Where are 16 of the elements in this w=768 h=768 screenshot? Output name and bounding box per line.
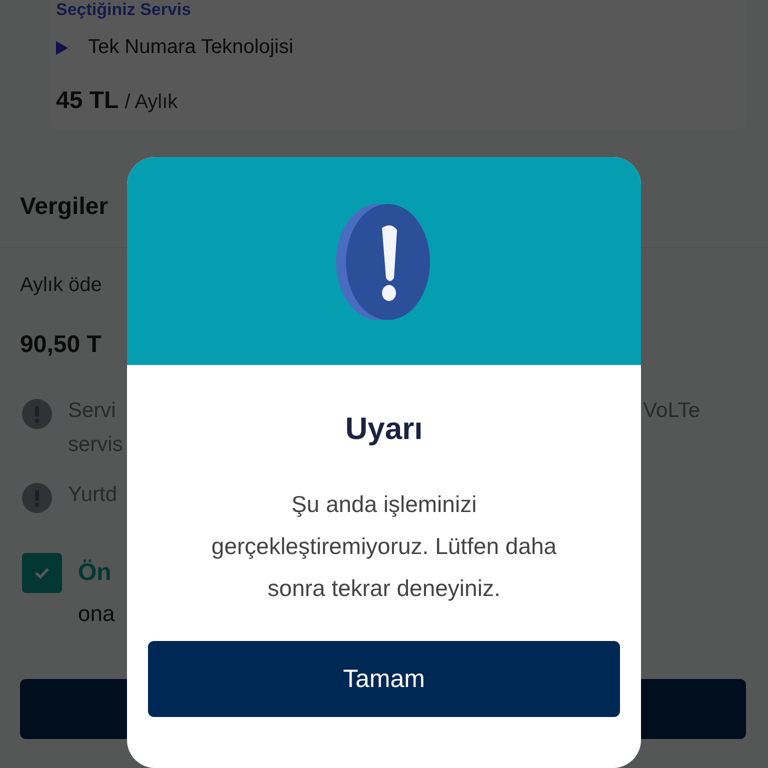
consent-text: ona — [78, 601, 115, 627]
section-heading: Vergiler — [20, 193, 110, 221]
checkbox[interactable] — [22, 553, 62, 593]
price-period: / Aylık — [124, 91, 178, 114]
info-icon — [22, 399, 52, 429]
info-icon — [22, 483, 52, 513]
card-heading: Seçtiğiniz Servis — [56, 0, 192, 20]
dialog-message: Şu anda işleminizi gerçekleştiremiyoruz. Lütfen daha sonra tekrar deneyiniz. — [210, 490, 558, 603]
consent-title: Ön — [78, 559, 112, 587]
ok-button[interactable]: Tamam — [148, 641, 620, 717]
monthly-amount: 90,50 T — [20, 331, 102, 359]
monthly-label: Aylık öde — [20, 274, 103, 297]
dialog-title: Uyarı — [345, 411, 423, 447]
service-name: Tek Numara Teknolojisi — [88, 36, 294, 59]
triangle-bullet-icon — [56, 40, 68, 54]
price-amount: 45 TL — [56, 87, 119, 115]
